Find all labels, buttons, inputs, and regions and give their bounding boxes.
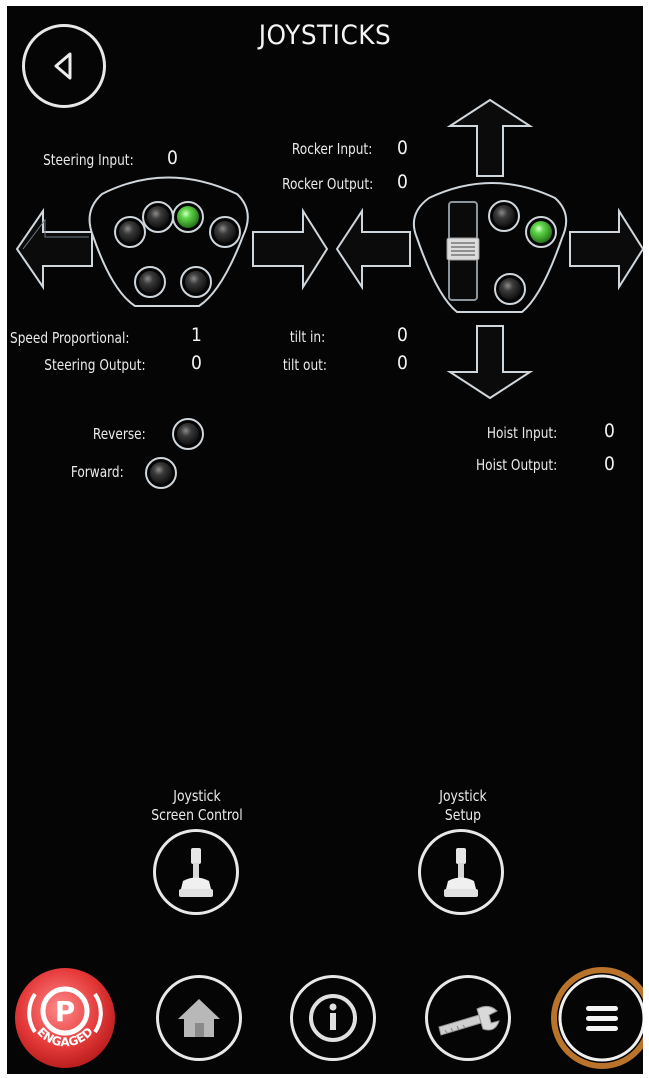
forward-indicator — [145, 457, 177, 489]
steer-left-arrow — [15, 207, 93, 291]
rocker-switch — [446, 201, 480, 301]
left-joystick-led-3 — [172, 201, 204, 233]
speed-proportional-value: 1 — [191, 324, 202, 346]
rocker-input-label: Rocker Input: — [291, 140, 372, 158]
home-button[interactable] — [156, 975, 242, 1061]
joysticks-screen: JOYSTICKS Steering Input: 0 Rocker Input… — [7, 6, 643, 1074]
steering-output-label: Steering Output: — [44, 356, 146, 374]
rocker-left-arrow — [335, 207, 411, 291]
menu-button[interactable] — [550, 966, 643, 1070]
park-letter: P — [55, 995, 76, 1028]
joystick-icon — [444, 848, 478, 897]
right-joystick-led-1 — [488, 200, 520, 232]
rocker-right-arrow — [569, 207, 643, 291]
park-brake-button[interactable]: P ENGAGED — [13, 966, 117, 1070]
joystick-setup-caption: Joystick Setup — [439, 787, 487, 824]
steering-input-value: 0 — [167, 147, 178, 169]
hoist-input-value: 0 — [604, 420, 615, 442]
hoist-output-label: Hoist Output: — [475, 456, 557, 474]
hoist-output-value: 0 — [604, 453, 615, 475]
left-joystick-led-4 — [209, 216, 241, 248]
left-joystick-led-2 — [142, 201, 174, 233]
left-joystick-led-5 — [134, 266, 166, 298]
settings-button[interactable] — [425, 975, 511, 1061]
joystick-setup-button[interactable] — [418, 829, 504, 915]
tilt-out-value: 0 — [397, 352, 408, 374]
menu-icon — [551, 967, 643, 1069]
rocker-output-value: 0 — [397, 171, 408, 193]
joystick-icon — [179, 848, 213, 897]
tilt-out-label: tilt out: — [282, 356, 327, 374]
hoist-input-label: Hoist Input: — [486, 424, 557, 442]
rocker-output-label: Rocker Output: — [281, 175, 373, 193]
right-joystick-led-3 — [494, 273, 526, 305]
left-joystick-led-6 — [180, 266, 212, 298]
steering-output-value: 0 — [191, 352, 202, 374]
info-button[interactable] — [290, 975, 376, 1061]
info-icon — [309, 994, 357, 1042]
right-joystick-led-2 — [525, 216, 557, 248]
reverse-indicator — [172, 418, 204, 450]
reverse-label: Reverse: — [93, 425, 146, 443]
tilt-in-label: tilt in: — [289, 328, 325, 346]
joystick-screen-control-button[interactable] — [153, 829, 239, 915]
speed-proportional-label: Speed Proportional: — [10, 329, 130, 347]
left-joystick-led-1 — [114, 216, 146, 248]
home-icon — [178, 999, 220, 1037]
park-brake-icon: P ENGAGED — [15, 968, 115, 1068]
steer-right-arrow — [252, 207, 329, 291]
steering-input-label: Steering Input: — [43, 151, 134, 169]
forward-label: Forward: — [71, 463, 124, 481]
wrench-icon — [438, 1005, 500, 1036]
hoist-down-arrow — [446, 325, 534, 400]
joystick-screen-control-caption: Joystick Screen Control — [151, 787, 243, 824]
tilt-in-value: 0 — [397, 324, 408, 346]
rocker-input-value: 0 — [397, 137, 408, 159]
hoist-up-arrow — [446, 98, 534, 177]
